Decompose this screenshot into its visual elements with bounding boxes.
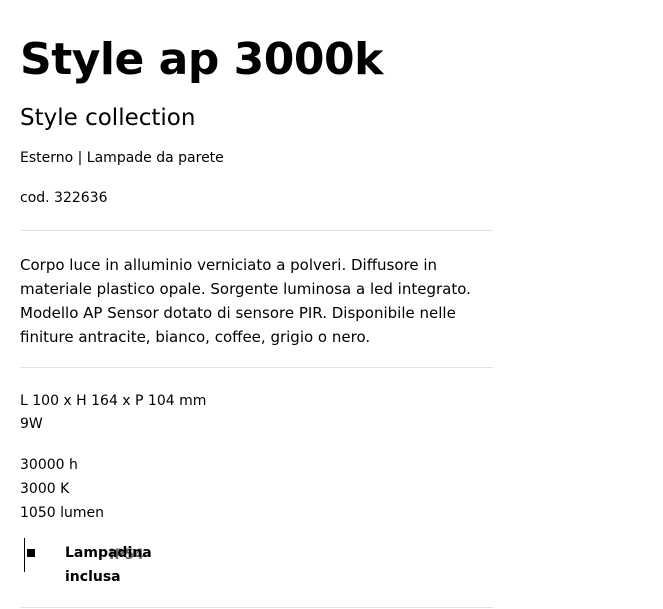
spec-hours: 30000 h [20,457,78,473]
product-description: Corpo luce in alluminio verniciato a pol… [20,256,471,346]
feature-label: Lampadina inclusa [65,545,152,585]
product-code: cod. 322636 [20,190,108,206]
product-category: Esterno | Lampade da parete [20,150,224,166]
spec-temperature: 3000 K [20,481,70,497]
product-page: Style ap 3000k Style collection Esterno … [0,0,663,609]
square-bullet-icon [27,549,35,557]
section-divider-middle [20,367,493,368]
feature-item: IP54 Lampadina inclusa [24,538,225,585]
section-divider-top [20,230,493,231]
collection-subtitle: Style collection [20,105,196,131]
spec-dimensions: L 100 x H 164 x P 104 mm [20,393,207,409]
spec-lumen: 1050 lumen [20,505,104,521]
spec-power: 9W [20,416,43,432]
product-title: Style ap 3000k [20,34,383,85]
section-divider-bottom [20,607,493,608]
